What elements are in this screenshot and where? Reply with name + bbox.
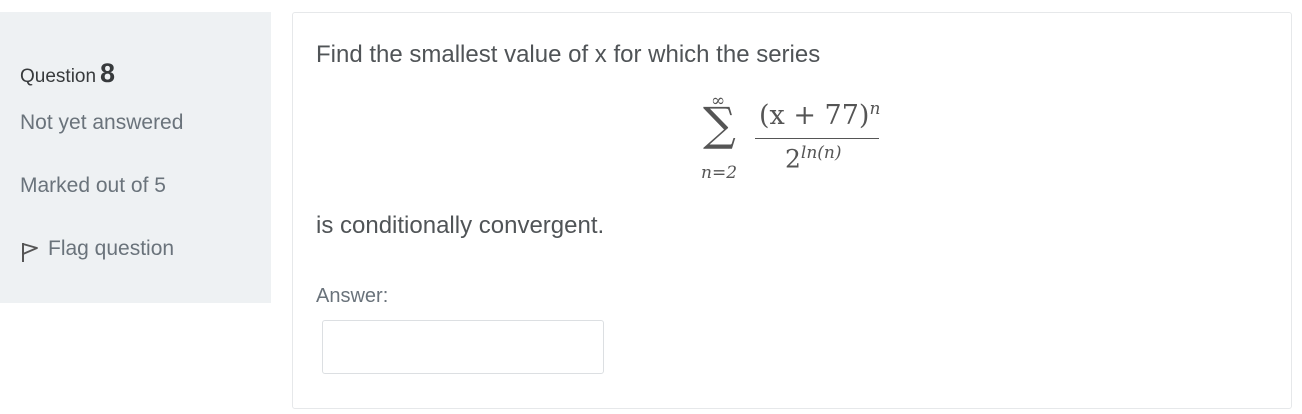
question-info-panel: Question 8 Not yet answered Marked out of… — [0, 12, 271, 303]
answer-input[interactable] — [322, 320, 604, 374]
question-number-heading: Question 8 — [20, 58, 115, 89]
question-text-intro: Find the smallest value of x for which t… — [316, 41, 821, 68]
fraction-bar — [755, 138, 879, 139]
question-state: Not yet answered — [20, 111, 184, 134]
denominator-exponent: ln(n) — [800, 143, 842, 163]
sum-lower-limit: n=2 — [701, 163, 738, 183]
numerator-exponent: n — [869, 99, 881, 119]
formula-denominator: 2ln(n) — [785, 143, 842, 173]
formula-numerator: (x + 77)n — [759, 99, 880, 131]
question-text-conclusion: is conditionally convergent. — [316, 212, 605, 239]
series-formula: ∞ ∑ n=2 (x + 77)n 2ln(n) — [701, 91, 891, 191]
sigma-symbol: ∑ — [703, 97, 736, 151]
numerator-base: (x + 77) — [759, 100, 870, 131]
question-number: 8 — [100, 58, 116, 88]
quiz-page: Question 8 Not yet answered Marked out of… — [0, 0, 1302, 414]
question-grade: Marked out of 5 — [20, 174, 166, 197]
flag-question-button[interactable]: Flag question — [20, 237, 175, 263]
flag-question-label: Flag question — [48, 237, 175, 260]
question-content: Find the smallest value of x for which t… — [292, 12, 1292, 409]
denominator-base: 2 — [785, 144, 801, 174]
question-label: Question — [20, 66, 97, 87]
answer-label: Answer: — [316, 285, 389, 307]
flag-icon — [20, 241, 40, 263]
